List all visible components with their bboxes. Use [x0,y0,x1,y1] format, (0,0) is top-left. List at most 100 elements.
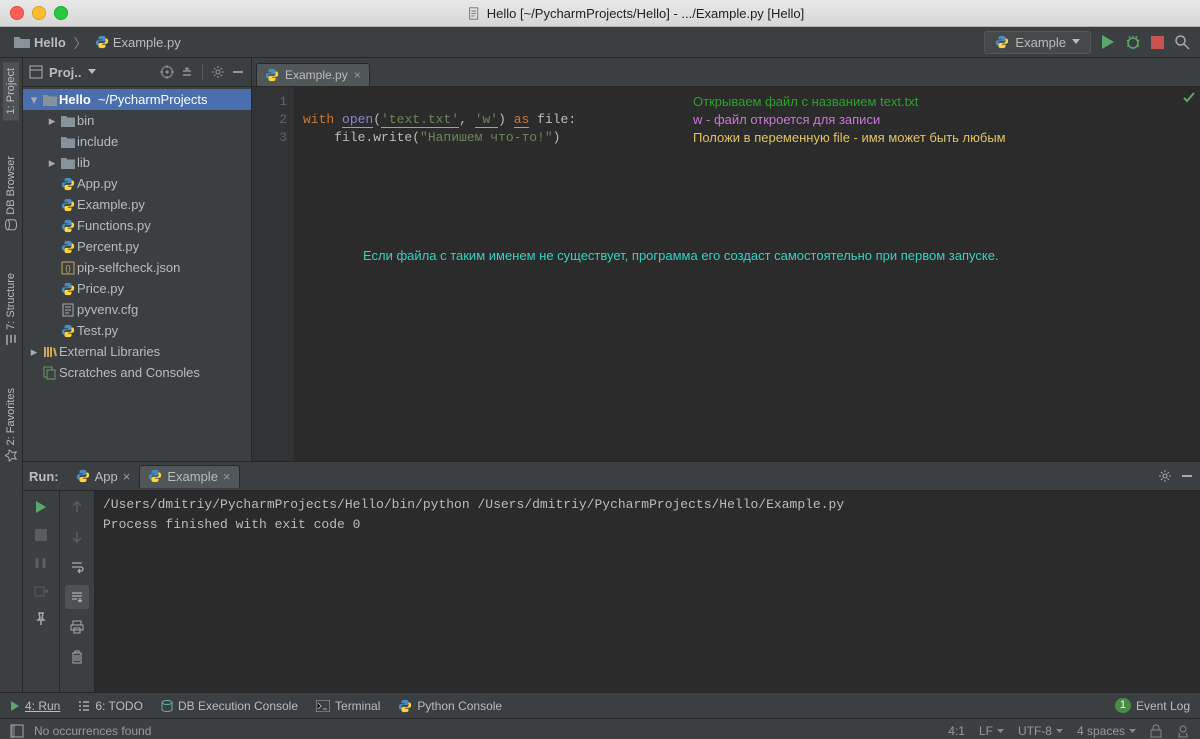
tree-node-folder[interactable]: include [23,131,251,152]
star-icon [5,449,17,461]
toolbutton-terminal[interactable]: Terminal [316,699,380,713]
project-view-icon [29,65,43,79]
console-action-toolbar [60,491,95,692]
tree-node-file[interactable]: {}pip-selfcheck.json [23,257,251,278]
close-icon[interactable]: × [123,469,131,484]
toolwindow-tab-db-browser[interactable]: DB Browser [3,150,19,237]
pin-button[interactable] [29,607,53,631]
expand-icon[interactable]: ▸ [45,113,59,129]
minimize-window-button[interactable] [32,6,46,20]
database-icon [161,700,173,712]
tree-node-file[interactable]: Test.py [23,320,251,341]
close-icon[interactable]: × [223,469,231,484]
run-tab-app[interactable]: App × [67,465,140,488]
breadcrumb-project[interactable]: Hello [10,33,70,52]
toolwindows-toggle-icon[interactable] [10,724,24,738]
tree-node-folder[interactable]: ▸ lib [23,152,251,173]
hide-panel-icon[interactable] [231,65,245,79]
code-annotation: Положи в переменную file - имя может быт… [693,129,1006,147]
chevron-down-icon [997,729,1004,734]
tree-node-scratches[interactable]: Scratches and Consoles [23,362,251,383]
pause-button[interactable] [29,551,53,575]
toolbutton-run[interactable]: 4: Run [10,699,60,713]
close-window-button[interactable] [10,6,24,20]
status-bar: No occurrences found 4:1 LF UTF-8 4 spac… [0,718,1200,739]
tree-node-file[interactable]: Functions.py [23,215,251,236]
exit-button[interactable] [29,579,53,603]
python-icon [398,699,412,713]
file-encoding[interactable]: UTF-8 [1018,724,1063,738]
chevron-down-icon[interactable] [88,69,96,75]
tree-node-libraries[interactable]: ▸ External Libraries [23,341,251,362]
code-text[interactable]: with open('text.txt', 'w') as file: file… [293,87,1200,461]
gear-icon[interactable] [211,65,225,79]
rerun-button[interactable] [29,495,53,519]
indent-config[interactable]: 4 spaces [1077,724,1136,738]
bottom-tool-strip: 4: Run 6: TODO DB Execution Console Term… [0,692,1200,718]
toolwindow-tab-project[interactable]: 1: Project [3,62,19,120]
left-tool-gutter: 1: Project DB Browser 7: Structure 2: Fa… [0,58,23,692]
tree-node-folder[interactable]: ▸ bin [23,110,251,131]
stop-button[interactable] [29,523,53,547]
workspace: 1: Project DB Browser 7: Structure 2: Fa… [0,58,1200,692]
breadcrumb-separator: 〉 [74,33,87,52]
memory-indicator-icon[interactable] [1176,724,1190,738]
python-file-icon [59,219,77,233]
folder-icon [59,136,77,148]
stop-button[interactable] [1151,36,1164,49]
caret-position[interactable]: 4:1 [948,724,965,738]
tree-node-file[interactable]: Percent.py [23,236,251,257]
python-file-icon [59,198,77,212]
soft-wrap-button[interactable] [65,555,89,579]
search-everywhere-button[interactable] [1174,34,1190,50]
navigation-bar: Hello 〉 Example.py Example [0,27,1200,58]
toolbutton-todo[interactable]: 6: TODO [78,699,143,713]
collapse-all-icon[interactable] [180,65,194,79]
run-action-toolbar [23,491,60,692]
tree-node-file[interactable]: Price.py [23,278,251,299]
tree-node-file[interactable]: App.py [23,173,251,194]
editor-tab[interactable]: Example.py × [256,63,370,86]
editor-tabbar: Example.py × [252,58,1200,87]
close-icon[interactable]: × [354,68,361,82]
python-file-icon [265,68,279,82]
scroll-up-button[interactable] [65,495,89,519]
scroll-to-end-button[interactable] [65,585,89,609]
tree-node-file[interactable]: Example.py [23,194,251,215]
lock-icon[interactable] [1150,724,1162,738]
run-tab-example[interactable]: Example × [139,465,239,488]
run-button[interactable] [1101,34,1115,50]
python-file-icon [59,177,77,191]
chevron-down-icon [1129,729,1136,734]
database-icon [5,219,17,231]
scroll-down-button[interactable] [65,525,89,549]
print-button[interactable] [65,615,89,639]
chevron-down-icon [1072,39,1080,45]
toolwindow-tab-favorites[interactable]: 2: Favorites [3,382,19,467]
tree-node-project-root[interactable]: ▾ Hello ~/PycharmProjects [23,89,251,110]
hide-panel-icon[interactable] [1180,469,1194,483]
toolbutton-event-log[interactable]: 1 Event Log [1115,698,1190,713]
toolbutton-python-console[interactable]: Python Console [398,699,502,713]
run-configuration-selector[interactable]: Example [984,31,1091,54]
breadcrumb-file[interactable]: Example.py [91,33,185,52]
zoom-window-button[interactable] [54,6,68,20]
console-output[interactable]: /Users/dmitriy/PycharmProjects/Hello/bin… [95,491,1200,692]
expand-icon[interactable]: ▸ [45,155,59,171]
line-separator[interactable]: LF [979,724,1004,738]
debug-button[interactable] [1125,34,1141,50]
expand-icon[interactable]: ▸ [27,344,41,360]
toolwindow-tab-structure[interactable]: 7: Structure [3,267,19,352]
tree-node-file[interactable]: pyvenv.cfg [23,299,251,320]
editor-area: Example.py × 1 2 3 with open('text.txt',… [252,58,1200,461]
gear-icon[interactable] [1158,469,1172,483]
project-tree[interactable]: ▾ Hello ~/PycharmProjects ▸ bin include [23,87,251,461]
code-annotation: Если файла с таким именем не существует,… [363,247,999,265]
clear-button[interactable] [65,645,89,669]
library-icon [41,345,59,359]
expand-icon[interactable]: ▾ [27,92,41,108]
toolbutton-db-console[interactable]: DB Execution Console [161,699,298,713]
window-title: Hello [~/PycharmProjects/Hello] - .../Ex… [82,6,1190,21]
target-icon[interactable] [160,65,174,79]
editor-body[interactable]: 1 2 3 with open('text.txt', 'w') as file… [252,87,1200,461]
